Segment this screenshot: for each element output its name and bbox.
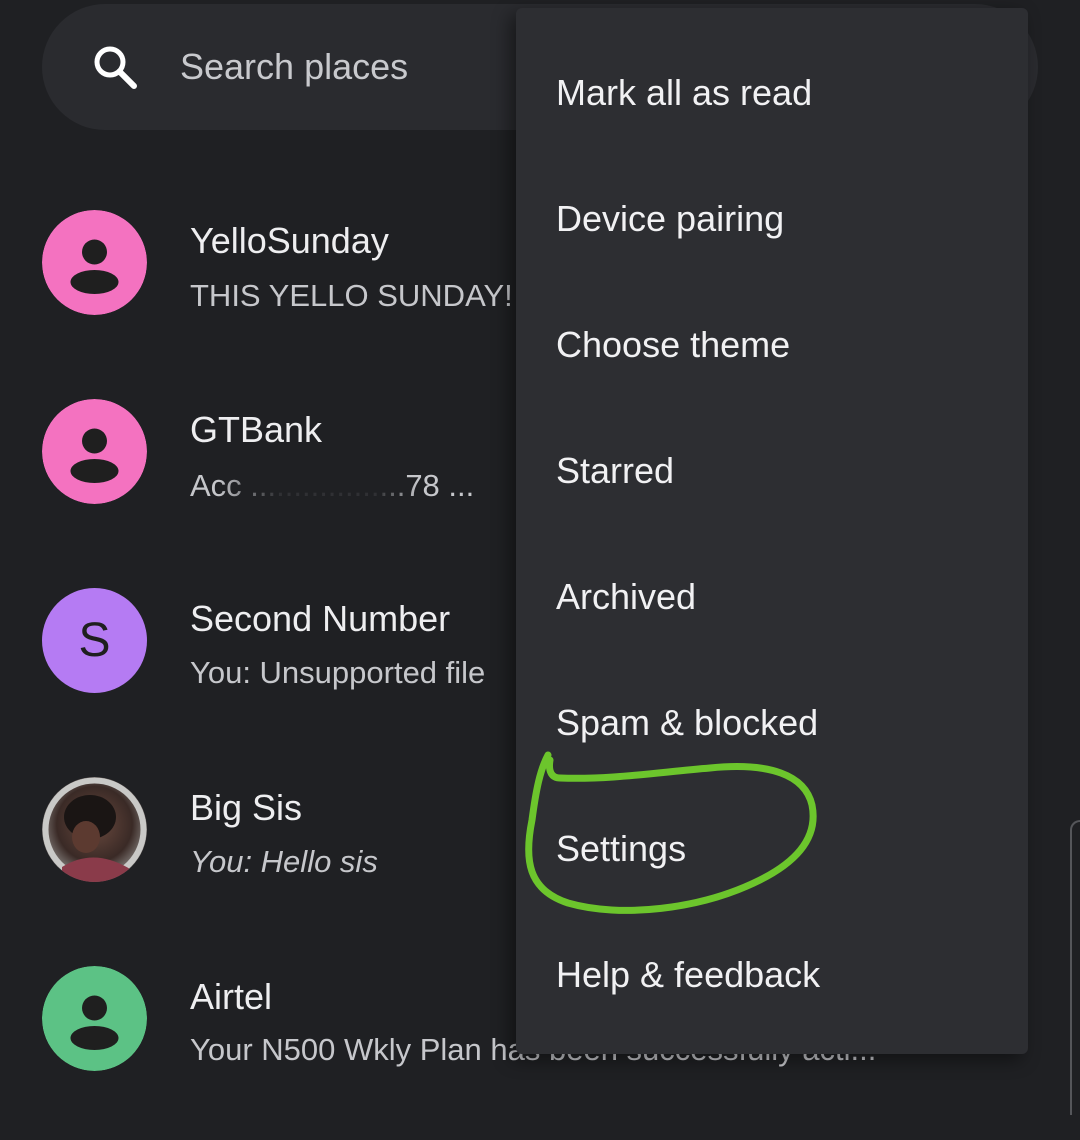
avatar [42,399,147,504]
menu-item-label: Spam & blocked [556,702,819,743]
menu-item-settings[interactable]: Settings [516,784,1028,910]
menu-item-mark-all-read[interactable]: Mark all as read [516,28,1028,154]
menu-item-choose-theme[interactable]: Choose theme [516,280,1028,406]
menu-item-label: Starred [556,450,675,491]
menu-item-label: Device pairing [556,198,785,239]
person-icon [42,399,147,504]
menu-item-label: Settings [556,828,687,869]
menu-item-archived[interactable]: Archived [516,532,1028,658]
conversation-snippet: You: Unsupported file [190,655,486,690]
menu-item-help-feedback[interactable]: Help & feedback [516,910,1028,1036]
conversation-snippet: THIS YELLO SUNDAY! [190,278,513,313]
conversation-name: Big Sis [190,787,303,828]
menu-item-label: Choose theme [556,324,791,365]
avatar [42,966,147,1071]
avatar-photo [42,777,147,882]
conversation-name: GTBank [190,409,323,450]
person-icon [42,210,147,315]
avatar [42,210,147,315]
person-icon [42,966,147,1071]
menu-item-label: Mark all as read [556,72,813,113]
scrollbar-edge [1070,820,1080,1115]
menu-item-spam-blocked[interactable]: Spam & blocked [516,658,1028,784]
conversation-snippet: You: Hello sis [190,844,378,879]
conversation-name: Second Number [190,598,451,639]
avatar: S [42,588,147,693]
overflow-menu: Mark all as read Device pairing Choose t… [516,8,1028,1054]
menu-item-device-pairing[interactable]: Device pairing [516,154,1028,280]
search-icon[interactable] [90,42,140,92]
menu-item-label: Help & feedback [556,954,821,995]
conversation-name: YelloSunday [190,220,389,261]
menu-item-label: Archived [556,576,697,617]
redaction-blur [218,478,418,508]
menu-item-starred[interactable]: Starred [516,406,1028,532]
conversation-name: Airtel [190,976,273,1017]
search-input[interactable]: Search places [180,46,408,88]
avatar-letter: S [78,614,111,667]
